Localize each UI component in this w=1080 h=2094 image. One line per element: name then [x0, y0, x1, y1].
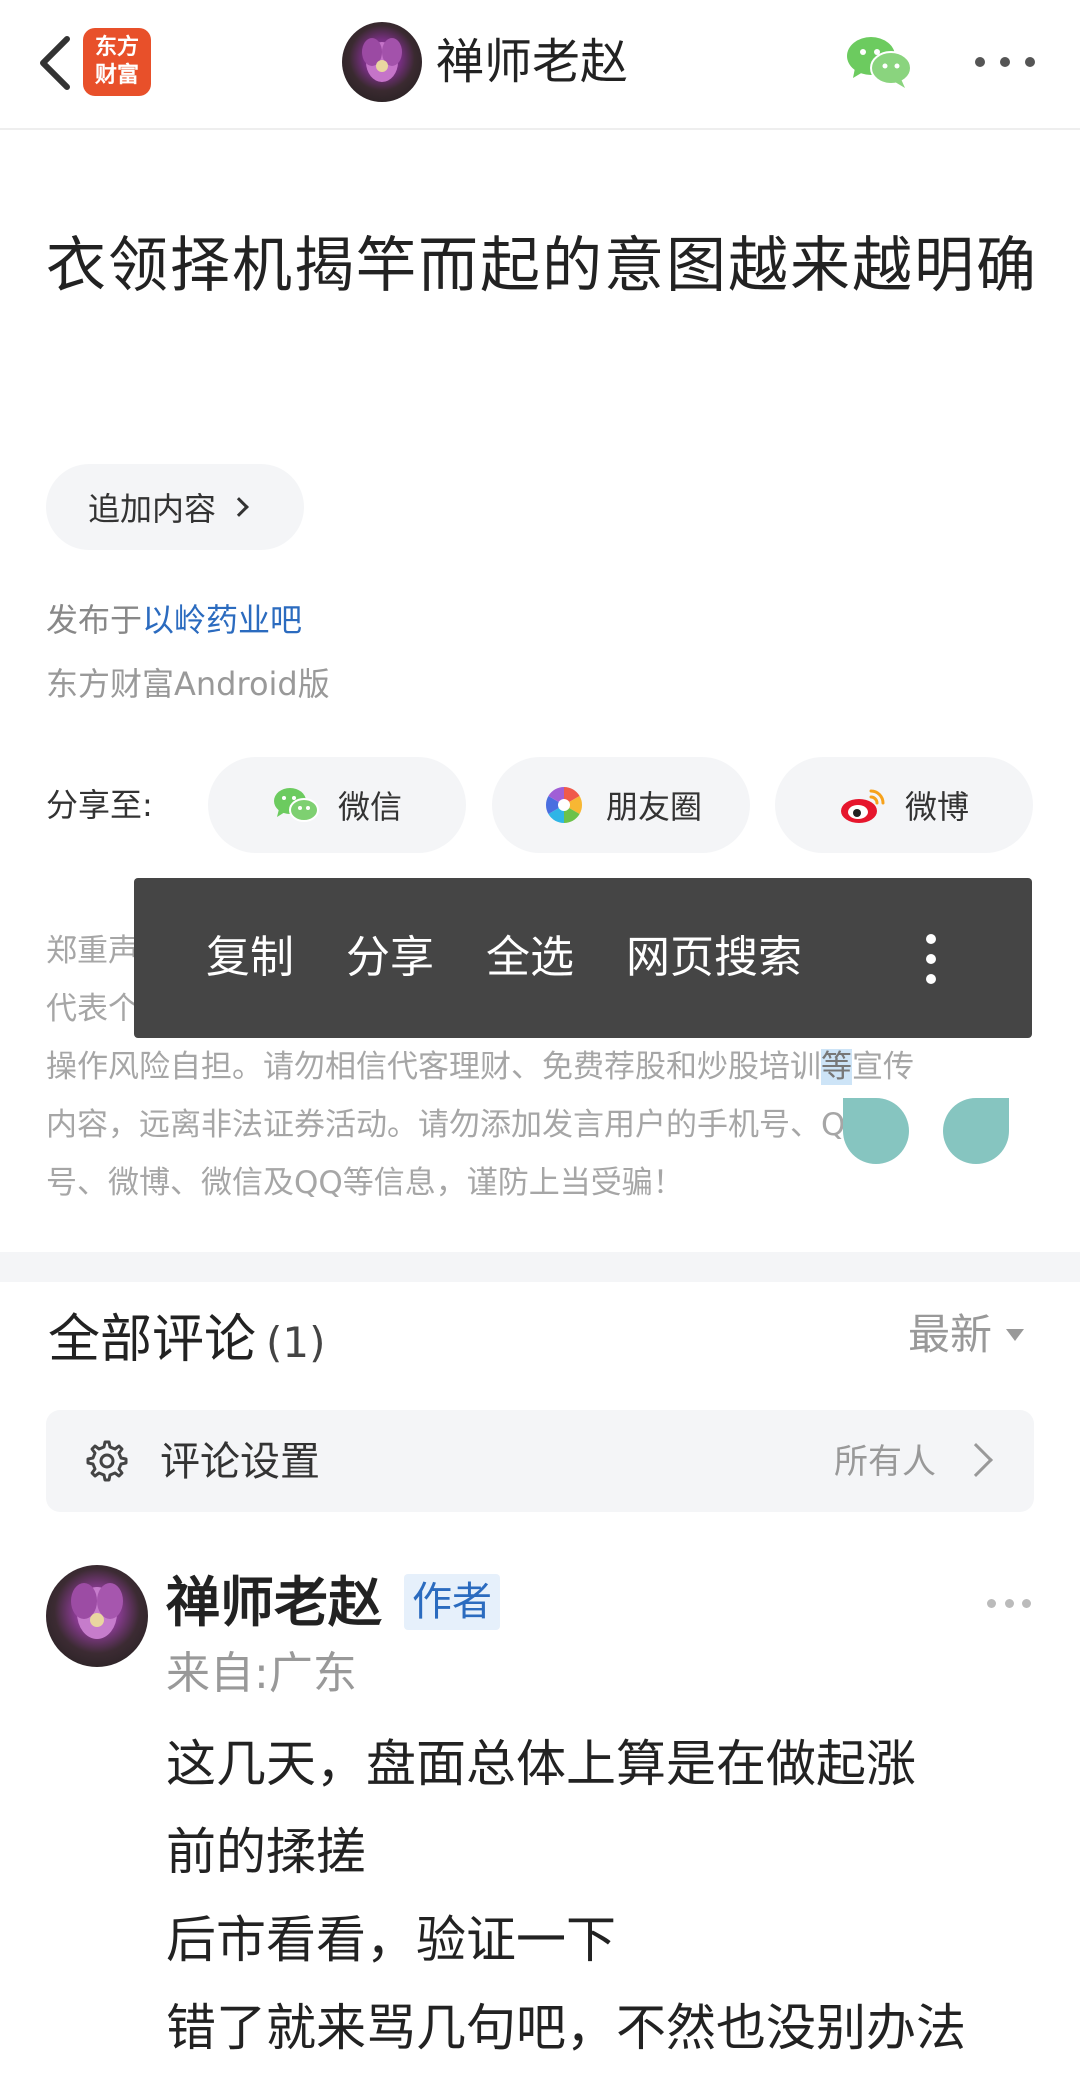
avatar-image: [71, 1583, 123, 1639]
share-weibo-button[interactable]: 微博: [775, 757, 1033, 853]
share-moments-button[interactable]: 朋友圈: [492, 757, 750, 853]
comment-more-button[interactable]: [987, 1597, 1031, 1609]
forum-link[interactable]: 以岭药业吧: [142, 601, 302, 639]
wechat-icon: [847, 37, 912, 88]
top-bar: 东方 财富 禅师老赵: [0, 0, 1080, 130]
comment-author[interactable]: 禅师老赵: [166, 1568, 382, 1638]
comment-line: 后市看看，验证一下: [166, 1911, 616, 1969]
comments-header: 全部评论 (1): [48, 1305, 326, 1378]
comment-avatar[interactable]: [46, 1565, 148, 1667]
app-logo-line2: 财富: [94, 63, 139, 88]
sort-dropdown[interactable]: 最新: [908, 1305, 1025, 1365]
app-logo-line1: 东方: [94, 35, 139, 60]
selection-handle-end[interactable]: [943, 1098, 1009, 1164]
gear-icon: [86, 1440, 128, 1482]
append-content-button[interactable]: 追加内容: [46, 464, 304, 550]
comment-line: 错了就来骂几句吧，不然也没别办法: [166, 1999, 966, 2057]
disclaimer-line-3-before: 操作风险自担。请勿相信代客理财、免费荐股和炒股培训: [46, 1049, 821, 1085]
comment-line: 前的揉搓: [166, 1823, 366, 1881]
wechat-share-button[interactable]: [845, 34, 913, 90]
moments-icon: [545, 787, 582, 823]
more-icon: [987, 1598, 996, 1608]
menu-more-button[interactable]: [926, 934, 936, 984]
disclaimer-line-3: 操作风险自担。请勿相信代客理财、免费荐股和炒股培训等宣传: [46, 1038, 1046, 1096]
posted-prefix: 发布于: [46, 601, 143, 639]
comment-settings-row[interactable]: 评论设置 所有人: [46, 1410, 1034, 1512]
wechat-icon: [273, 788, 319, 822]
share-moments-label: 朋友圈: [605, 788, 702, 826]
selected-text[interactable]: 等: [821, 1049, 852, 1085]
disclaimer-line-5: 号、微博、微信及QQ等信息，谨防上当受骗！: [46, 1165, 684, 1201]
menu-copy[interactable]: 复制: [206, 928, 294, 988]
more-vertical-icon: [926, 934, 936, 944]
share-label: 分享至:: [46, 786, 153, 824]
selection-handle-start[interactable]: [843, 1098, 909, 1164]
article-title: 衣领择机揭竿而起的意图越来越明确: [46, 231, 1038, 301]
comments-title: 全部评论: [48, 1310, 257, 1370]
more-options-button[interactable]: [975, 42, 1035, 82]
sort-label: 最新: [908, 1310, 993, 1359]
top-author-name[interactable]: 禅师老赵: [436, 30, 628, 94]
comment-settings-label: 评论设置: [160, 1439, 320, 1485]
comment-settings-value: 所有人: [834, 1442, 936, 1482]
chevron-right-icon: [229, 497, 249, 517]
posted-in: 发布于以岭药业吧: [46, 598, 302, 642]
share-wechat-button[interactable]: 微信: [208, 757, 466, 853]
author-badge: 作者: [404, 1574, 500, 1630]
share-wechat-label: 微信: [337, 788, 402, 826]
app-logo[interactable]: 东方 财富: [83, 28, 151, 96]
weibo-icon: [840, 789, 885, 823]
text-selection-menu: 复制 分享 全选 网页搜索: [134, 878, 1032, 1038]
comments-count: (1): [266, 1318, 326, 1367]
comment-body[interactable]: 这几天，盘面总体上算是在做起涨 前的揉搓 后市看看，验证一下 错了就来骂几句吧，…: [166, 1720, 1046, 2072]
client-version: 东方财富Android版: [46, 665, 330, 703]
comment-line: 这几天，盘面总体上算是在做起涨: [166, 1735, 916, 1793]
author-avatar[interactable]: [342, 22, 422, 102]
back-arrow-icon: [40, 35, 70, 90]
back-button[interactable]: [20, 25, 90, 100]
menu-web-search[interactable]: 网页搜索: [626, 928, 802, 988]
comment-location: 来自:广东: [166, 1648, 357, 1699]
menu-select-all[interactable]: 全选: [486, 928, 574, 988]
menu-share[interactable]: 分享: [346, 928, 434, 988]
avatar-image: [362, 38, 402, 82]
more-icon: [975, 57, 985, 67]
disclaimer-line-3-after: 宣传: [852, 1049, 914, 1085]
chevron-right-icon: [959, 1443, 993, 1477]
dropdown-triangle-icon: [1006, 1329, 1025, 1341]
share-weibo-label: 微博: [904, 788, 969, 826]
section-divider: [0, 1252, 1080, 1282]
append-content-label: 追加内容: [88, 490, 217, 528]
